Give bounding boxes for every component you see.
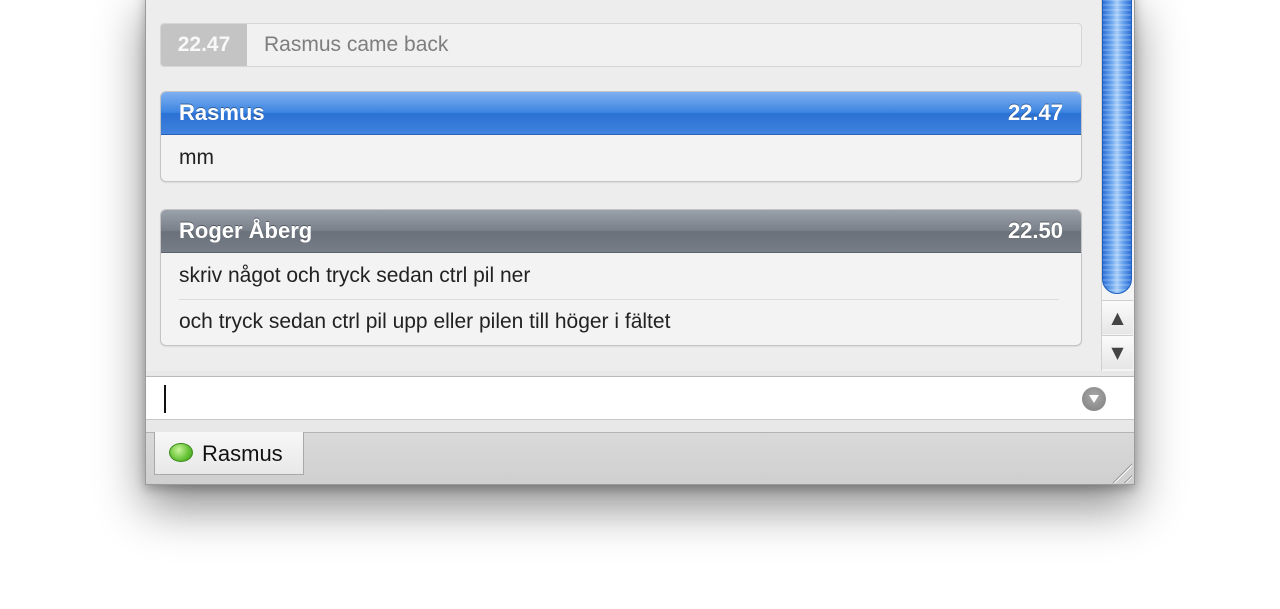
scroll-down-button[interactable]: ▼	[1102, 335, 1133, 369]
message-line: och tryck sedan ctrl pil upp eller pilen…	[161, 299, 1081, 345]
message-sender: Rasmus	[179, 100, 265, 125]
chat-transcript: 22.47 Rasmus came back Rasmus 22.47 mm R…	[146, 0, 1101, 371]
status-event-time: 22.47	[161, 24, 247, 66]
message-line: mm	[179, 146, 214, 169]
message-block-roger: Roger Åberg 22.50 skriv något och tryck …	[160, 209, 1082, 346]
tab-label: Rasmus	[202, 441, 283, 466]
chevron-down-circle-icon[interactable]	[1082, 387, 1106, 411]
text-caret	[164, 385, 166, 413]
arrow-up-icon: ▲	[1111, 308, 1124, 327]
message-block-rasmus: Rasmus 22.47 mm	[160, 91, 1082, 182]
tab-rasmus[interactable]: Rasmus	[154, 432, 304, 475]
scroll-up-button[interactable]: ▲	[1102, 300, 1133, 334]
arrow-down-icon: ▼	[1111, 343, 1124, 362]
tab-bar: Rasmus	[146, 432, 1134, 484]
resize-grip-icon[interactable]	[1108, 459, 1132, 483]
green-speech-bubble-icon	[169, 443, 193, 462]
message-line: skriv något och tryck sedan ctrl pil ner	[179, 264, 531, 287]
status-event-row: 22.47 Rasmus came back	[160, 23, 1082, 67]
message-time: 22.47	[1007, 100, 1063, 125]
message-header: Roger Åberg 22.50	[161, 210, 1081, 253]
message-sender: Roger Åberg	[179, 218, 313, 243]
transcript-scrollbar[interactable]: ▲ ▼	[1101, 0, 1134, 371]
chat-window: 22.47 Rasmus came back Rasmus 22.47 mm R…	[145, 0, 1135, 485]
message-time: 22.50	[1007, 218, 1063, 243]
scrollbar-thumb[interactable]	[1102, 0, 1132, 294]
status-event-text: Rasmus came back	[264, 33, 449, 56]
message-header: Rasmus 22.47	[161, 92, 1081, 135]
message-input-field[interactable]	[146, 376, 1134, 420]
